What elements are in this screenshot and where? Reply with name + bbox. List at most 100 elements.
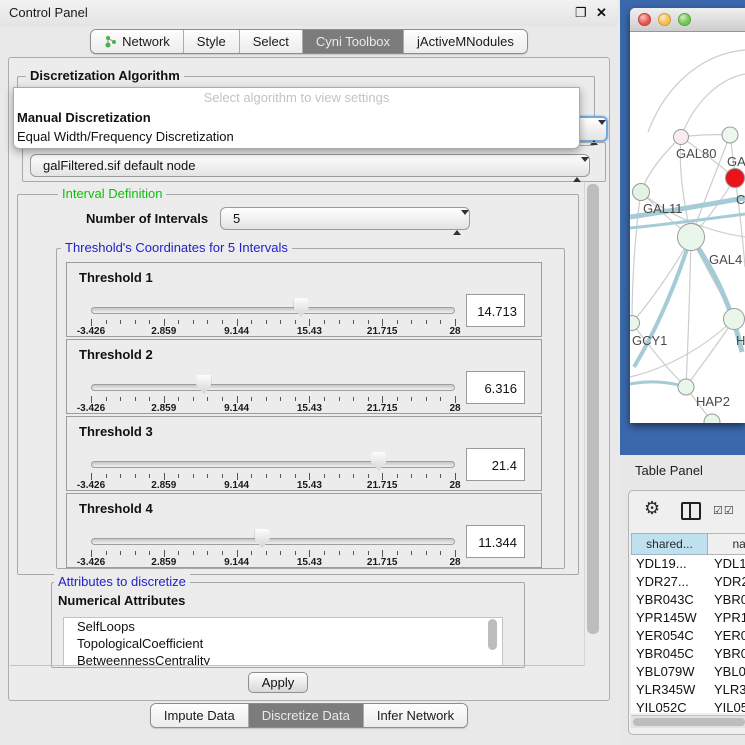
table-hscrollbar-track[interactable] bbox=[631, 715, 745, 728]
cell-name[interactable]: YDR27... bbox=[708, 573, 745, 591]
cell-shared-name[interactable]: YLR345W bbox=[631, 681, 708, 699]
table-row[interactable]: YDR27...YDR27... bbox=[631, 573, 745, 591]
network-node[interactable] bbox=[633, 184, 650, 201]
dropdown-option-manual[interactable]: Manual Discretization bbox=[14, 108, 579, 127]
slider-track[interactable] bbox=[91, 538, 455, 545]
dropdown-option-equal-width[interactable]: Equal Width/Frequency Discretization bbox=[14, 127, 579, 146]
table-row[interactable]: YER054CYER054C bbox=[631, 627, 745, 645]
cell-shared-name[interactable]: YBR045C bbox=[631, 645, 708, 663]
tab-style[interactable]: Style bbox=[183, 30, 239, 53]
panel-scrollbar-track[interactable] bbox=[584, 182, 601, 666]
slider-tick-label: -3.426 bbox=[77, 403, 105, 414]
slider-thumb[interactable] bbox=[371, 452, 386, 471]
slider-tick bbox=[237, 473, 238, 480]
cell-shared-name[interactable]: YBL079W bbox=[631, 663, 708, 681]
threshold-slider[interactable]: -3.4262.8599.14415.4321.71528 bbox=[91, 447, 455, 487]
threshold-slider[interactable]: -3.4262.8599.14415.4321.71528 bbox=[91, 524, 455, 564]
slider-track[interactable] bbox=[91, 307, 455, 314]
column-header-shared-name[interactable]: shared... bbox=[631, 533, 708, 555]
attributes-list-scrollbar[interactable] bbox=[488, 619, 497, 650]
slider-thumb[interactable] bbox=[294, 298, 309, 317]
table-row[interactable]: YBR045CYBR045C bbox=[631, 645, 745, 663]
threshold-value-field[interactable]: 14.713 bbox=[466, 294, 525, 327]
slider-tick bbox=[309, 396, 310, 403]
window-zoom-icon[interactable] bbox=[678, 13, 691, 26]
gear-icon[interactable]: ⚙ bbox=[644, 498, 660, 519]
panel-scrollbar-thumb[interactable] bbox=[587, 184, 599, 634]
threshold-value-field[interactable]: 11.344 bbox=[466, 525, 525, 558]
attribute-item-selfloops[interactable]: SelfLoops bbox=[64, 618, 502, 635]
dropdown-placeholder-option[interactable]: Select algorithm to view settings bbox=[14, 88, 579, 108]
network-node[interactable] bbox=[678, 224, 705, 251]
slider-thumb[interactable] bbox=[255, 529, 270, 548]
network-edge[interactable] bbox=[632, 192, 641, 323]
close-icon[interactable]: ✕ bbox=[596, 5, 607, 21]
threshold-slider[interactable]: -3.4262.8599.14415.4321.71528 bbox=[91, 293, 455, 333]
table-row[interactable]: YIL052CYIL052C bbox=[631, 699, 745, 713]
table-hscrollbar-thumb[interactable] bbox=[633, 718, 745, 726]
table-row[interactable]: YDL19...YDL19... bbox=[631, 555, 745, 573]
cell-shared-name[interactable]: YIL052C bbox=[631, 699, 708, 713]
slider-tick bbox=[353, 474, 354, 478]
attribute-item-topologicalcoefficient[interactable]: TopologicalCoefficient bbox=[64, 635, 502, 652]
select-columns-icon[interactable]: ☑☑ bbox=[713, 504, 735, 517]
network-edge[interactable] bbox=[641, 137, 681, 192]
numerical-attributes-list[interactable]: SelfLoopsTopologicalCoefficientBetweenne… bbox=[63, 617, 503, 666]
cell-name[interactable]: YIL052C bbox=[708, 699, 745, 713]
tab-infer-network[interactable]: Infer Network bbox=[363, 704, 467, 727]
table-row[interactable]: YPR145WYPR145W bbox=[631, 609, 745, 627]
cell-name[interactable]: YBR043C bbox=[708, 591, 745, 609]
threshold-slider[interactable]: -3.4262.8599.14415.4321.71528 bbox=[91, 370, 455, 410]
network-node[interactable] bbox=[678, 379, 694, 395]
column-view-icon[interactable] bbox=[681, 502, 701, 520]
cell-shared-name[interactable]: YPR145W bbox=[631, 609, 708, 627]
tab-select[interactable]: Select bbox=[239, 30, 302, 53]
threshold-value-field[interactable]: 6.316 bbox=[466, 371, 525, 404]
window-close-icon[interactable] bbox=[638, 13, 651, 26]
cell-name[interactable]: YER054C bbox=[708, 627, 745, 645]
table-row[interactable]: YBL079WYBL079W bbox=[631, 663, 745, 681]
slider-thumb[interactable] bbox=[196, 375, 211, 394]
window-minimize-icon[interactable] bbox=[658, 13, 671, 26]
network-edge[interactable] bbox=[648, 50, 745, 132]
cell-name[interactable]: YBR045C bbox=[708, 645, 745, 663]
network-node[interactable] bbox=[630, 316, 640, 331]
tab-discretize-data[interactable]: Discretize Data bbox=[248, 704, 363, 727]
table-row[interactable]: YBR043CYBR043C bbox=[631, 591, 745, 609]
num-intervals-combobox[interactable]: 5 bbox=[220, 207, 470, 230]
slider-tick bbox=[120, 320, 121, 324]
table-row[interactable]: YLR345WYLR345W bbox=[631, 681, 745, 699]
apply-button[interactable]: Apply bbox=[248, 672, 308, 693]
cell-name[interactable]: YLR345W bbox=[708, 681, 745, 699]
network-edge[interactable] bbox=[686, 319, 734, 387]
network-node[interactable] bbox=[722, 127, 738, 143]
network-node[interactable] bbox=[726, 169, 745, 188]
cell-shared-name[interactable]: YDL19... bbox=[631, 555, 708, 573]
table-data-combobox[interactable]: galFiltered.sif default node bbox=[30, 154, 590, 177]
slider-tick bbox=[135, 474, 136, 478]
slider-track[interactable] bbox=[91, 461, 455, 468]
column-header-name[interactable]: name bbox=[708, 533, 745, 555]
float-window-icon[interactable]: ❐ bbox=[575, 5, 587, 21]
tab-network[interactable]: Network bbox=[91, 30, 183, 53]
cell-name[interactable]: YBL079W bbox=[708, 663, 745, 681]
cell-shared-name[interactable]: YBR043C bbox=[631, 591, 708, 609]
network-edge[interactable] bbox=[681, 74, 745, 137]
slider-track[interactable] bbox=[91, 384, 455, 391]
network-node[interactable] bbox=[674, 130, 689, 145]
threshold-value-field[interactable]: 21.4 bbox=[466, 448, 525, 481]
slider-tick bbox=[295, 320, 296, 324]
cell-name[interactable]: YDL19... bbox=[708, 555, 745, 573]
attribute-item-betweennesscentrality[interactable]: BetweennessCentrality bbox=[64, 652, 502, 666]
tab-jactivemnodules[interactable]: jActiveMNodules bbox=[403, 30, 527, 53]
network-canvas[interactable]: GAL80GACGAL11GAL4GCY1HHAP2 bbox=[630, 32, 745, 423]
cell-shared-name[interactable]: YER054C bbox=[631, 627, 708, 645]
network-node[interactable] bbox=[724, 309, 745, 330]
cell-shared-name[interactable]: YDR27... bbox=[631, 573, 708, 591]
tab-impute-data[interactable]: Impute Data bbox=[151, 704, 248, 727]
network-edge[interactable] bbox=[686, 237, 691, 387]
slider-tick bbox=[149, 320, 150, 324]
cell-name[interactable]: YPR145W bbox=[708, 609, 745, 627]
tab-cyni-toolbox[interactable]: Cyni Toolbox bbox=[302, 30, 403, 53]
slider-tick bbox=[149, 474, 150, 478]
